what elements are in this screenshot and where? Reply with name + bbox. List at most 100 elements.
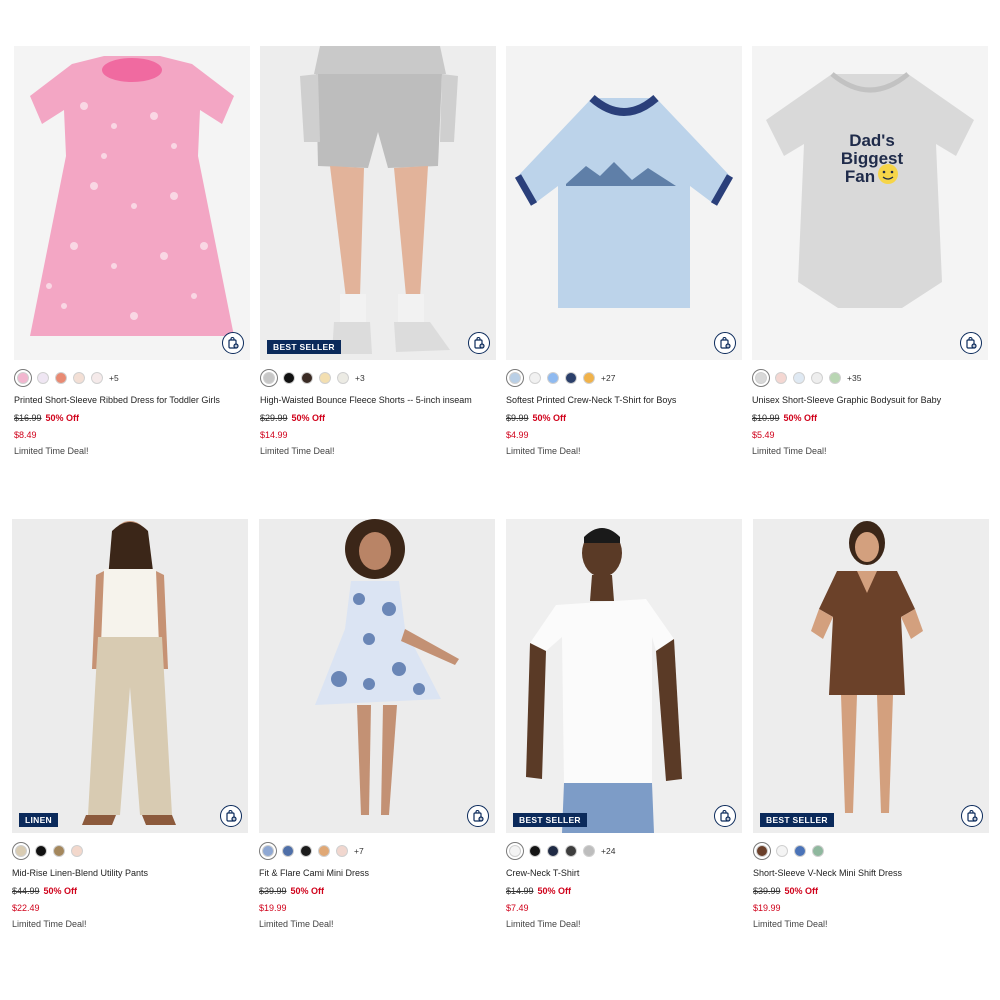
- color-swatch[interactable]: [53, 845, 65, 857]
- add-to-bag-icon[interactable]: [468, 332, 490, 354]
- color-swatch[interactable]: [755, 372, 767, 384]
- product-name[interactable]: Softest Printed Crew-Neck T-Shirt for Bo…: [506, 395, 676, 405]
- add-to-bag-icon[interactable]: [714, 332, 736, 354]
- more-colors-count[interactable]: +35: [847, 373, 861, 383]
- product-image-art: [30, 56, 234, 336]
- color-swatch[interactable]: [775, 372, 787, 384]
- product-image[interactable]: [506, 46, 742, 360]
- color-swatch[interactable]: [509, 372, 521, 384]
- price-row: $9.99 50% Off: [506, 413, 566, 423]
- add-to-bag-icon[interactable]: [467, 805, 489, 827]
- color-swatch[interactable]: [529, 845, 541, 857]
- color-swatch[interactable]: [529, 372, 541, 384]
- color-swatch[interactable]: [509, 845, 521, 857]
- product-image[interactable]: BEST SELLER: [753, 519, 989, 833]
- product-name[interactable]: Crew-Neck T-Shirt: [506, 868, 579, 878]
- product-image-art: [514, 94, 734, 308]
- deal-label: Limited Time Deal!: [506, 446, 581, 456]
- add-to-bag-icon[interactable]: [222, 332, 244, 354]
- product-name[interactable]: High-Waisted Bounce Fleece Shorts -- 5-i…: [260, 395, 472, 405]
- add-to-bag-icon[interactable]: [220, 805, 242, 827]
- color-swatch[interactable]: [319, 372, 331, 384]
- original-price: $14.99: [506, 886, 534, 896]
- sale-price: $22.49: [12, 903, 40, 913]
- color-swatch[interactable]: [318, 845, 330, 857]
- product-image-art: [315, 519, 459, 815]
- color-swatch[interactable]: [71, 845, 83, 857]
- deal-label: Limited Time Deal!: [260, 446, 335, 456]
- sale-price: $19.99: [753, 903, 781, 913]
- price-row: $29.99 50% Off: [260, 413, 325, 423]
- discount-label: 50% Off: [537, 886, 572, 896]
- product-name[interactable]: Printed Short-Sleeve Ribbed Dress for To…: [14, 395, 220, 405]
- color-swatch[interactable]: [35, 845, 47, 857]
- more-colors-count[interactable]: +24: [601, 846, 615, 856]
- color-swatch[interactable]: [73, 372, 85, 384]
- product-image-art: [811, 521, 923, 813]
- product-image-art: [526, 528, 682, 833]
- more-colors-count[interactable]: +3: [355, 373, 365, 383]
- color-swatch[interactable]: [283, 372, 295, 384]
- product-image[interactable]: [259, 519, 495, 833]
- color-swatch[interactable]: [301, 372, 313, 384]
- color-swatch[interactable]: [547, 845, 559, 857]
- color-swatch[interactable]: [547, 372, 559, 384]
- color-swatch[interactable]: [282, 845, 294, 857]
- price-row: $14.99 50% Off: [506, 886, 571, 896]
- more-colors-count[interactable]: +7: [354, 846, 364, 856]
- color-swatch[interactable]: [756, 845, 768, 857]
- product-grid: +5 Printed Short-Sleeve Ribbed Dress for…: [0, 0, 1000, 1000]
- color-swatch[interactable]: [262, 845, 274, 857]
- discount-label: 50% Off: [532, 413, 567, 423]
- graphic-text-line: Biggest: [841, 149, 904, 168]
- color-swatch[interactable]: [794, 845, 806, 857]
- sale-price: $4.99: [506, 430, 529, 440]
- color-swatch[interactable]: [811, 372, 823, 384]
- product-name[interactable]: Fit & Flare Cami Mini Dress: [259, 868, 369, 878]
- more-colors-count[interactable]: +5: [109, 373, 119, 383]
- color-swatch[interactable]: [565, 845, 577, 857]
- product-image-art: [82, 521, 176, 825]
- color-swatch[interactable]: [300, 845, 312, 857]
- more-colors-count[interactable]: +27: [601, 373, 615, 383]
- price-row: $39.99 50% Off: [259, 886, 324, 896]
- discount-label: 50% Off: [783, 413, 818, 423]
- color-swatch[interactable]: [17, 372, 29, 384]
- color-swatch[interactable]: [776, 845, 788, 857]
- product-name[interactable]: Short-Sleeve V-Neck Mini Shift Dress: [753, 868, 902, 878]
- color-swatch[interactable]: [37, 372, 49, 384]
- add-to-bag-icon[interactable]: [961, 805, 983, 827]
- product-image[interactable]: LINEN: [12, 519, 248, 833]
- color-swatch[interactable]: [55, 372, 67, 384]
- discount-label: 50% Off: [43, 886, 78, 896]
- add-to-bag-icon[interactable]: [714, 805, 736, 827]
- price-row: $16.99 50% Off: [14, 413, 79, 423]
- product-image[interactable]: BEST SELLER: [260, 46, 496, 360]
- original-price: $44.99: [12, 886, 40, 896]
- color-swatch[interactable]: [337, 372, 349, 384]
- original-price: $10.99: [752, 413, 780, 423]
- color-swatch[interactable]: [263, 372, 275, 384]
- product-name[interactable]: Mid-Rise Linen-Blend Utility Pants: [12, 868, 148, 878]
- color-swatch[interactable]: [15, 845, 27, 857]
- deal-label: Limited Time Deal!: [506, 919, 581, 929]
- color-swatch[interactable]: [565, 372, 577, 384]
- color-swatch[interactable]: [583, 845, 595, 857]
- color-swatches: +7: [259, 843, 364, 859]
- color-swatch[interactable]: [812, 845, 824, 857]
- color-swatch[interactable]: [91, 372, 103, 384]
- color-swatch[interactable]: [829, 372, 841, 384]
- graphic-text-line: Fan: [845, 167, 875, 186]
- color-swatches: +24: [506, 843, 615, 859]
- product-name[interactable]: Unisex Short-Sleeve Graphic Bodysuit for…: [752, 395, 941, 405]
- sale-price: $5.49: [752, 430, 775, 440]
- product-image[interactable]: [14, 46, 250, 360]
- product-image[interactable]: BEST SELLER: [506, 519, 742, 833]
- product-badge: BEST SELLER: [760, 812, 834, 827]
- color-swatch[interactable]: [793, 372, 805, 384]
- color-swatch[interactable]: [583, 372, 595, 384]
- add-to-bag-icon[interactable]: [960, 332, 982, 354]
- color-swatch[interactable]: [336, 845, 348, 857]
- color-swatches: +3: [260, 370, 365, 386]
- product-image[interactable]: Dad's Biggest Fan: [752, 46, 988, 360]
